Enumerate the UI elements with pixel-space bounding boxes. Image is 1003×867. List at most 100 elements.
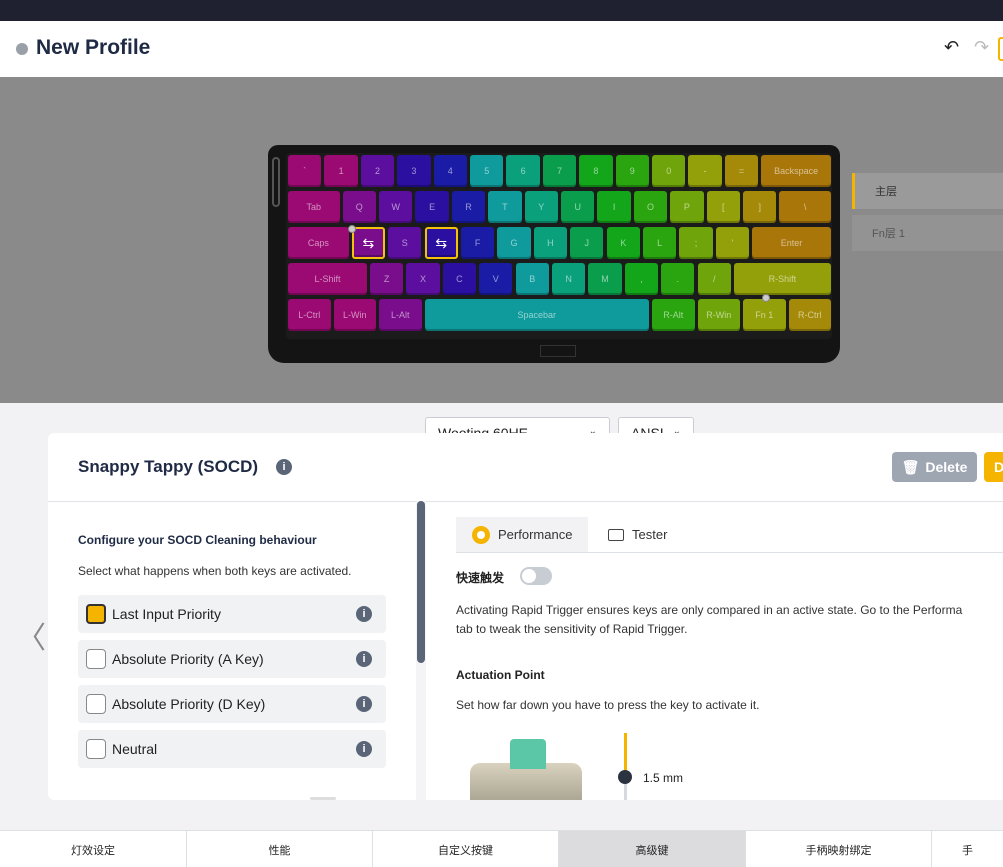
- key-2-9[interactable]: L: [642, 227, 677, 259]
- tab-performance[interactable]: Performance: [456, 517, 589, 552]
- key-1-12[interactable]: ]: [743, 191, 777, 223]
- key-0-11[interactable]: -: [688, 155, 722, 187]
- key-4-7[interactable]: R-Ctrl: [788, 299, 831, 331]
- key-2-6[interactable]: H: [533, 227, 568, 259]
- key-4-6[interactable]: Fn 1: [743, 294, 786, 331]
- key-3-10[interactable]: /: [697, 263, 731, 295]
- key-0-12[interactable]: =: [724, 155, 759, 187]
- nav-tab-performance[interactable]: 性能: [187, 831, 373, 867]
- delete-button[interactable]: 🗑 Delete: [892, 452, 977, 482]
- key-4-0[interactable]: L-Ctrl: [288, 299, 331, 331]
- key-3-9[interactable]: .: [661, 263, 695, 295]
- checkbox[interactable]: [86, 694, 106, 714]
- key-1-9[interactable]: O: [633, 191, 668, 223]
- nav-tab-gamepad[interactable]: 手: [932, 831, 1003, 867]
- key-1-11[interactable]: [: [706, 191, 740, 223]
- layer-item-main[interactable]: 主层: [852, 173, 1003, 209]
- key-0-1[interactable]: 1: [324, 155, 358, 187]
- info-icon[interactable]: i: [276, 459, 292, 475]
- key-1-5[interactable]: T: [488, 191, 522, 223]
- key-2-2[interactable]: S: [388, 227, 422, 259]
- info-icon[interactable]: i: [356, 651, 372, 667]
- key-4-1[interactable]: L-Win: [333, 299, 376, 331]
- key-2-10[interactable]: ;: [679, 227, 713, 259]
- key-3-6[interactable]: N: [551, 263, 586, 295]
- key-0-0[interactable]: `: [288, 155, 322, 187]
- key-2-12[interactable]: Enter: [752, 227, 831, 259]
- nav-tab-advanced-keys[interactable]: 高级键: [559, 831, 746, 867]
- key-1-13[interactable]: \: [779, 191, 831, 223]
- key-0-2[interactable]: 2: [360, 155, 395, 187]
- socd-option-neutral[interactable]: Neutral i: [78, 730, 386, 768]
- key-3-7[interactable]: M: [588, 263, 622, 295]
- profile-title[interactable]: New Profile: [36, 36, 150, 60]
- nav-tab-lighting[interactable]: 灯效设定: [0, 831, 187, 867]
- option-label: Neutral: [112, 741, 158, 757]
- key-1-8[interactable]: I: [597, 191, 631, 223]
- key-0-13[interactable]: Backspace: [761, 155, 831, 187]
- header-action-button[interactable]: [998, 37, 1003, 61]
- socd-option-absolute-d[interactable]: Absolute Priority (D Key) i: [78, 685, 386, 723]
- key-3-1[interactable]: Z: [369, 263, 404, 295]
- key-0-8[interactable]: 8: [579, 155, 613, 187]
- key-3-5[interactable]: B: [515, 263, 549, 295]
- rapid-trigger-toggle[interactable]: [520, 567, 552, 585]
- key-3-4[interactable]: V: [479, 263, 513, 295]
- key-1-4[interactable]: R: [451, 191, 486, 223]
- key-4-5[interactable]: R-Win: [697, 299, 740, 331]
- key-3-0[interactable]: L-Shift: [288, 263, 367, 295]
- info-icon[interactable]: i: [356, 696, 372, 712]
- key-1-6[interactable]: Y: [524, 191, 558, 223]
- actuation-slider-handle[interactable]: [618, 770, 632, 784]
- key-2-0[interactable]: Caps: [288, 227, 349, 259]
- key-4-4[interactable]: R-Alt: [652, 299, 695, 331]
- socd-option-last-input[interactable]: Last Input Priority i: [78, 595, 386, 633]
- layer-item-fn1[interactable]: Fn层 1: [852, 215, 1003, 251]
- key-0-10[interactable]: 0: [652, 155, 686, 187]
- redo-icon[interactable]: ↷: [974, 37, 989, 58]
- scrollbar[interactable]: [416, 501, 426, 800]
- key-0-6[interactable]: 6: [506, 155, 540, 187]
- tab-tester[interactable]: Tester: [592, 517, 683, 552]
- key-2-7[interactable]: J: [570, 227, 604, 259]
- key-3-8[interactable]: ,: [624, 263, 659, 295]
- key-1-10[interactable]: P: [670, 191, 704, 223]
- key-3-2[interactable]: X: [406, 263, 440, 295]
- rapid-trigger-label: 快速触发: [456, 571, 505, 585]
- key-2-11[interactable]: ': [715, 227, 750, 259]
- socd-option-absolute-a[interactable]: Absolute Priority (A Key) i: [78, 640, 386, 678]
- key-1-3[interactable]: E: [415, 191, 449, 223]
- nav-tab-remap[interactable]: 自定义按键: [373, 831, 559, 867]
- key-1-1[interactable]: Q: [342, 191, 376, 223]
- key-1-0[interactable]: Tab: [288, 191, 340, 223]
- checkbox[interactable]: [86, 739, 106, 759]
- key-0-4[interactable]: 4: [433, 155, 467, 187]
- key-2-1[interactable]: ⇆: [347, 225, 386, 259]
- checkbox[interactable]: [86, 649, 106, 669]
- key-0-3[interactable]: 3: [397, 155, 431, 187]
- info-icon[interactable]: i: [356, 741, 372, 757]
- key-0-5[interactable]: 5: [470, 155, 504, 187]
- checkbox[interactable]: [86, 604, 106, 624]
- previous-arrow-icon[interactable]: 〈: [16, 613, 46, 657]
- key-0-9[interactable]: 9: [615, 155, 649, 187]
- key-1-7[interactable]: U: [561, 191, 595, 223]
- scrollbar-thumb[interactable]: [417, 501, 425, 663]
- keyboard-side-slot: [272, 157, 280, 207]
- keyboard-logo: [540, 345, 576, 357]
- key-4-2[interactable]: L-Alt: [379, 299, 422, 331]
- key-2-4[interactable]: F: [460, 227, 495, 259]
- key-4-3[interactable]: Spacebar: [424, 299, 649, 331]
- key-0-7[interactable]: 7: [542, 155, 577, 187]
- key-2-5[interactable]: G: [497, 227, 531, 259]
- key-1-2[interactable]: W: [379, 191, 413, 223]
- primary-action-button[interactable]: D: [984, 452, 1003, 482]
- key-2-3[interactable]: ⇆: [424, 227, 458, 259]
- key-2-8[interactable]: K: [606, 227, 640, 259]
- rapid-trigger-description: Activating Rapid Trigger ensures keys ar…: [456, 601, 1003, 639]
- key-3-3[interactable]: C: [442, 263, 477, 295]
- key-3-11[interactable]: R-Shift: [733, 263, 831, 295]
- undo-icon[interactable]: ↶: [944, 37, 959, 58]
- info-icon[interactable]: i: [356, 606, 372, 622]
- nav-tab-gamepad-binding[interactable]: 手柄映射绑定: [746, 831, 932, 867]
